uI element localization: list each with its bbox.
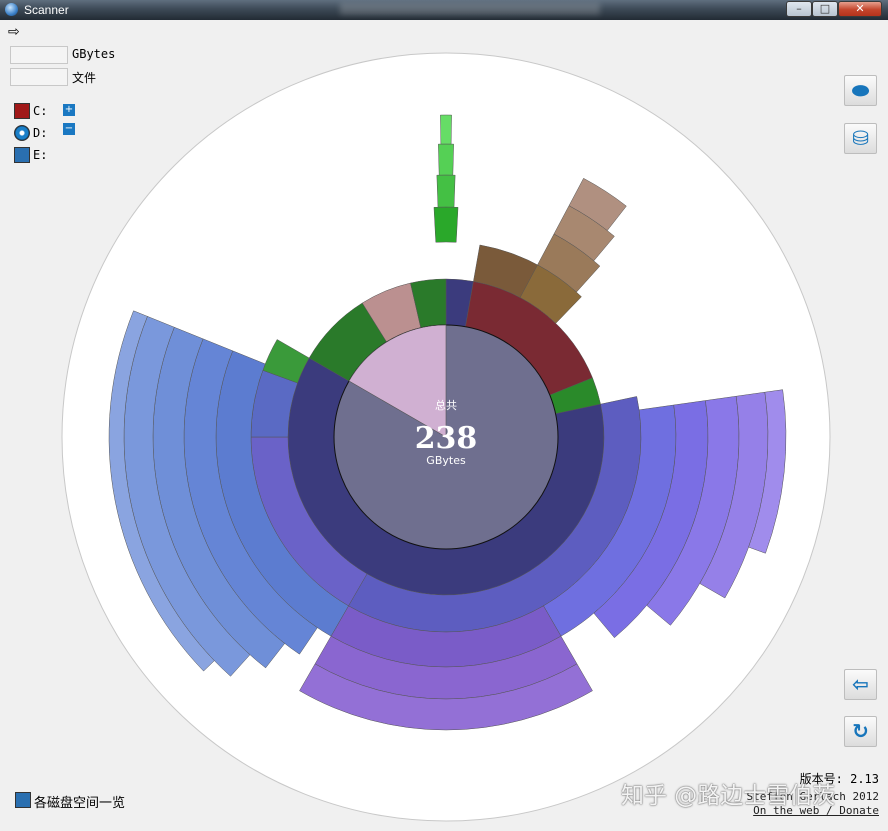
drive-label-c: C:	[33, 104, 48, 118]
blurred-title-area	[340, 3, 600, 15]
sunburst-segment[interactable]	[438, 143, 454, 176]
app-logo-icon	[5, 3, 18, 16]
delete-bin-icon: ⛁	[852, 126, 869, 150]
back-arrow-icon: ⇦	[852, 672, 869, 696]
cd-disk-icon	[14, 125, 30, 141]
center-caption: 总共	[435, 398, 457, 412]
drive-label-d: D:	[33, 126, 48, 140]
watermark-text: 知乎 @路边士雪伯茨	[621, 783, 836, 809]
arrow-right-icon[interactable]: ⇨	[8, 25, 30, 40]
sunburst-svg[interactable]: 总共 238 GBytes	[61, 52, 832, 823]
sunburst-chart[interactable]: 总共 238 GBytes	[61, 52, 832, 823]
network-disk-icon	[14, 147, 30, 163]
center-total: 238	[415, 421, 478, 456]
delete-toolbar-button[interactable]: ⛁	[844, 123, 877, 154]
maximize-icon: □	[819, 2, 831, 15]
sunburst-segment[interactable]	[440, 114, 452, 145]
sunburst-segment[interactable]	[436, 174, 456, 208]
client-area: ⇨ GBytes 文件 C: + D: − E: ⬬ ⛁ ⇦ ↻ 总共 238 …	[3, 24, 885, 828]
scanner-window: Scanner – □ ✕ ⇨ GBytes 文件 C: + D: − E: ⬬…	[0, 0, 888, 831]
refresh-toolbar-button[interactable]: ↻	[844, 716, 877, 747]
center-unit: GBytes	[426, 454, 466, 467]
window-title: Scanner	[24, 3, 69, 17]
sunburst-segment[interactable]	[433, 206, 459, 243]
close-button[interactable]: ✕	[838, 1, 882, 17]
maximize-button[interactable]: □	[812, 1, 838, 17]
files-value-box	[10, 68, 68, 86]
disk-icon: ⬬	[851, 78, 870, 102]
minimize-button[interactable]: –	[786, 1, 812, 17]
hard-disk-icon	[14, 103, 30, 119]
drive-label-e: E:	[33, 148, 48, 162]
size-value-box	[10, 46, 68, 64]
disk-toolbar-button[interactable]: ⬬	[844, 75, 877, 106]
overview-label: 各磁盘空间一览	[34, 796, 126, 811]
title-bar: Scanner – □ ✕	[0, 0, 888, 20]
back-toolbar-button[interactable]: ⇦	[844, 669, 877, 700]
overview-disk-icon	[15, 792, 31, 808]
close-icon: ✕	[855, 2, 865, 15]
minimize-icon: –	[796, 2, 802, 15]
refresh-icon: ↻	[852, 719, 869, 743]
